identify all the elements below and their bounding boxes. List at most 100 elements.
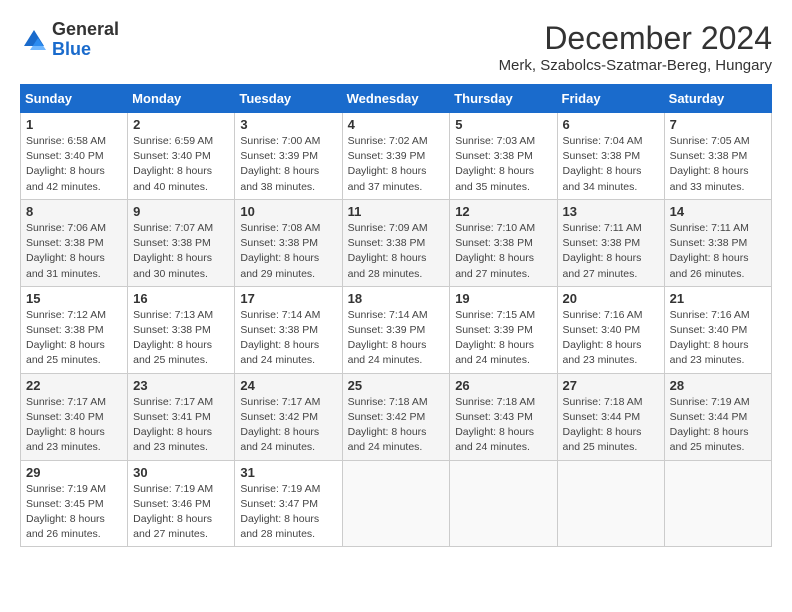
calendar-cell: 22 Sunrise: 7:17 AMSunset: 3:40 PMDaylig… <box>21 373 128 460</box>
calendar-cell: 4 Sunrise: 7:02 AMSunset: 3:39 PMDayligh… <box>342 113 450 200</box>
day-info: Sunrise: 7:08 AMSunset: 3:38 PMDaylight:… <box>240 222 320 280</box>
day-info: Sunrise: 7:15 AMSunset: 3:39 PMDaylight:… <box>455 309 535 367</box>
calendar-cell: 8 Sunrise: 7:06 AMSunset: 3:38 PMDayligh… <box>21 199 128 286</box>
day-info: Sunrise: 7:14 AMSunset: 3:39 PMDaylight:… <box>348 309 428 367</box>
day-info: Sunrise: 7:16 AMSunset: 3:40 PMDaylight:… <box>563 309 643 367</box>
day-number: 6 <box>563 117 659 132</box>
day-info: Sunrise: 7:18 AMSunset: 3:42 PMDaylight:… <box>348 396 428 454</box>
day-info: Sunrise: 7:11 AMSunset: 3:38 PMDaylight:… <box>670 222 749 280</box>
day-info: Sunrise: 7:17 AMSunset: 3:41 PMDaylight:… <box>133 396 213 454</box>
calendar-cell: 24 Sunrise: 7:17 AMSunset: 3:42 PMDaylig… <box>235 373 342 460</box>
day-number: 10 <box>240 204 336 219</box>
logo: General Blue <box>20 20 119 60</box>
calendar-cell: 26 Sunrise: 7:18 AMSunset: 3:43 PMDaylig… <box>450 373 557 460</box>
calendar-cell: 15 Sunrise: 7:12 AMSunset: 3:38 PMDaylig… <box>21 286 128 373</box>
day-info: Sunrise: 7:02 AMSunset: 3:39 PMDaylight:… <box>348 135 428 193</box>
calendar-cell <box>342 460 450 547</box>
calendar-cell: 27 Sunrise: 7:18 AMSunset: 3:44 PMDaylig… <box>557 373 664 460</box>
calendar-body: 1 Sunrise: 6:58 AMSunset: 3:40 PMDayligh… <box>21 113 772 547</box>
day-number: 15 <box>26 291 122 306</box>
weekday-monday: Monday <box>128 85 235 113</box>
day-info: Sunrise: 7:18 AMSunset: 3:43 PMDaylight:… <box>455 396 535 454</box>
day-number: 29 <box>26 465 122 480</box>
day-info: Sunrise: 7:09 AMSunset: 3:38 PMDaylight:… <box>348 222 428 280</box>
calendar-cell: 7 Sunrise: 7:05 AMSunset: 3:38 PMDayligh… <box>664 113 771 200</box>
logo-line2: Blue <box>52 39 91 59</box>
calendar-cell: 9 Sunrise: 7:07 AMSunset: 3:38 PMDayligh… <box>128 199 235 286</box>
weekday-tuesday: Tuesday <box>235 85 342 113</box>
calendar-cell: 12 Sunrise: 7:10 AMSunset: 3:38 PMDaylig… <box>450 199 557 286</box>
day-number: 31 <box>240 465 336 480</box>
calendar-cell <box>450 460 557 547</box>
day-number: 28 <box>670 378 766 393</box>
day-info: Sunrise: 7:18 AMSunset: 3:44 PMDaylight:… <box>563 396 643 454</box>
day-info: Sunrise: 6:58 AMSunset: 3:40 PMDaylight:… <box>26 135 106 193</box>
page-header: General Blue December 2024 Merk, Szabolc… <box>20 20 772 74</box>
day-info: Sunrise: 6:59 AMSunset: 3:40 PMDaylight:… <box>133 135 213 193</box>
day-number: 25 <box>348 378 445 393</box>
day-info: Sunrise: 7:13 AMSunset: 3:38 PMDaylight:… <box>133 309 213 367</box>
calendar-cell: 30 Sunrise: 7:19 AMSunset: 3:46 PMDaylig… <box>128 460 235 547</box>
calendar-cell: 19 Sunrise: 7:15 AMSunset: 3:39 PMDaylig… <box>450 286 557 373</box>
calendar-cell: 13 Sunrise: 7:11 AMSunset: 3:38 PMDaylig… <box>557 199 664 286</box>
calendar-cell: 31 Sunrise: 7:19 AMSunset: 3:47 PMDaylig… <box>235 460 342 547</box>
calendar-cell: 23 Sunrise: 7:17 AMSunset: 3:41 PMDaylig… <box>128 373 235 460</box>
weekday-wednesday: Wednesday <box>342 85 450 113</box>
day-number: 24 <box>240 378 336 393</box>
week-row-1: 1 Sunrise: 6:58 AMSunset: 3:40 PMDayligh… <box>21 113 772 200</box>
weekday-header-row: SundayMondayTuesdayWednesdayThursdayFrid… <box>21 85 772 113</box>
day-number: 14 <box>670 204 766 219</box>
day-number: 3 <box>240 117 336 132</box>
day-number: 4 <box>348 117 445 132</box>
day-info: Sunrise: 7:10 AMSunset: 3:38 PMDaylight:… <box>455 222 535 280</box>
day-info: Sunrise: 7:14 AMSunset: 3:38 PMDaylight:… <box>240 309 320 367</box>
week-row-3: 15 Sunrise: 7:12 AMSunset: 3:38 PMDaylig… <box>21 286 772 373</box>
day-number: 13 <box>563 204 659 219</box>
calendar-cell: 21 Sunrise: 7:16 AMSunset: 3:40 PMDaylig… <box>664 286 771 373</box>
calendar-cell: 5 Sunrise: 7:03 AMSunset: 3:38 PMDayligh… <box>450 113 557 200</box>
day-number: 23 <box>133 378 229 393</box>
day-number: 5 <box>455 117 551 132</box>
location-title: Merk, Szabolcs-Szatmar-Bereg, Hungary <box>499 57 772 74</box>
day-info: Sunrise: 7:17 AMSunset: 3:40 PMDaylight:… <box>26 396 106 454</box>
calendar-cell: 28 Sunrise: 7:19 AMSunset: 3:44 PMDaylig… <box>664 373 771 460</box>
day-info: Sunrise: 7:07 AMSunset: 3:38 PMDaylight:… <box>133 222 213 280</box>
calendar-cell: 29 Sunrise: 7:19 AMSunset: 3:45 PMDaylig… <box>21 460 128 547</box>
day-number: 20 <box>563 291 659 306</box>
day-number: 8 <box>26 204 122 219</box>
calendar-cell <box>557 460 664 547</box>
title-section: December 2024 Merk, Szabolcs-Szatmar-Ber… <box>499 20 772 74</box>
calendar-cell: 2 Sunrise: 6:59 AMSunset: 3:40 PMDayligh… <box>128 113 235 200</box>
week-row-5: 29 Sunrise: 7:19 AMSunset: 3:45 PMDaylig… <box>21 460 772 547</box>
calendar-cell: 17 Sunrise: 7:14 AMSunset: 3:38 PMDaylig… <box>235 286 342 373</box>
day-number: 11 <box>348 204 445 219</box>
day-number: 2 <box>133 117 229 132</box>
calendar-cell: 20 Sunrise: 7:16 AMSunset: 3:40 PMDaylig… <box>557 286 664 373</box>
calendar-table: SundayMondayTuesdayWednesdayThursdayFrid… <box>20 84 772 547</box>
day-info: Sunrise: 7:04 AMSunset: 3:38 PMDaylight:… <box>563 135 643 193</box>
day-number: 9 <box>133 204 229 219</box>
calendar-cell: 6 Sunrise: 7:04 AMSunset: 3:38 PMDayligh… <box>557 113 664 200</box>
calendar-cell: 16 Sunrise: 7:13 AMSunset: 3:38 PMDaylig… <box>128 286 235 373</box>
calendar-cell: 10 Sunrise: 7:08 AMSunset: 3:38 PMDaylig… <box>235 199 342 286</box>
weekday-thursday: Thursday <box>450 85 557 113</box>
day-number: 18 <box>348 291 445 306</box>
calendar-cell: 14 Sunrise: 7:11 AMSunset: 3:38 PMDaylig… <box>664 199 771 286</box>
calendar-cell: 18 Sunrise: 7:14 AMSunset: 3:39 PMDaylig… <box>342 286 450 373</box>
day-number: 22 <box>26 378 122 393</box>
day-number: 19 <box>455 291 551 306</box>
day-number: 21 <box>670 291 766 306</box>
weekday-saturday: Saturday <box>664 85 771 113</box>
day-number: 26 <box>455 378 551 393</box>
calendar-cell: 11 Sunrise: 7:09 AMSunset: 3:38 PMDaylig… <box>342 199 450 286</box>
day-info: Sunrise: 7:12 AMSunset: 3:38 PMDaylight:… <box>26 309 106 367</box>
calendar-cell <box>664 460 771 547</box>
calendar-cell: 3 Sunrise: 7:00 AMSunset: 3:39 PMDayligh… <box>235 113 342 200</box>
day-info: Sunrise: 7:06 AMSunset: 3:38 PMDaylight:… <box>26 222 106 280</box>
logo-text: General Blue <box>52 20 119 60</box>
week-row-4: 22 Sunrise: 7:17 AMSunset: 3:40 PMDaylig… <box>21 373 772 460</box>
day-number: 1 <box>26 117 122 132</box>
day-info: Sunrise: 7:19 AMSunset: 3:47 PMDaylight:… <box>240 483 320 541</box>
day-number: 17 <box>240 291 336 306</box>
day-info: Sunrise: 7:00 AMSunset: 3:39 PMDaylight:… <box>240 135 320 193</box>
